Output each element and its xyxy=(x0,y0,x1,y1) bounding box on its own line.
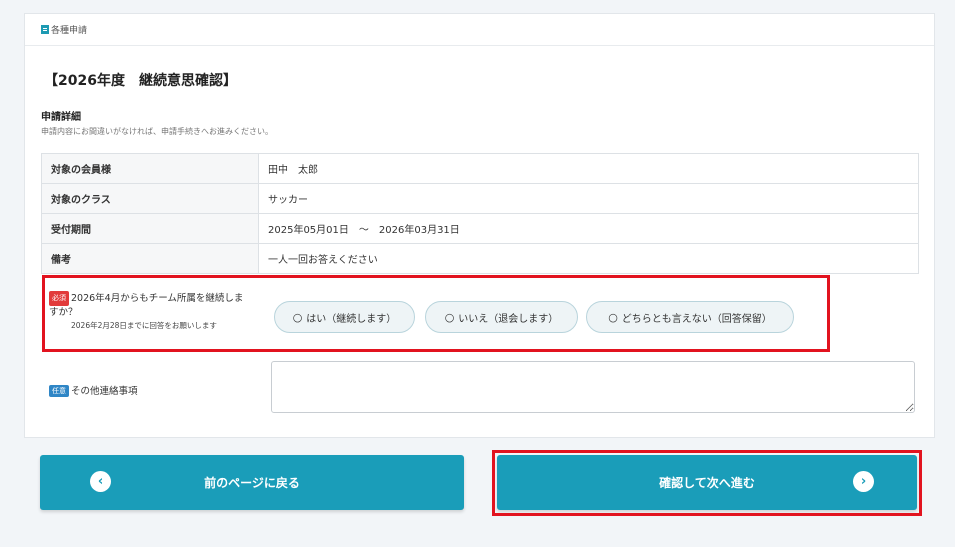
detail-label: 受付期間 xyxy=(41,213,259,244)
detail-value: サッカー xyxy=(258,183,919,214)
chevron-left-circle-icon: ‹ xyxy=(90,471,111,492)
document-icon xyxy=(41,25,49,34)
detail-label: 備考 xyxy=(41,243,259,274)
question-highlight-frame xyxy=(42,275,830,352)
detail-label: 対象のクラス xyxy=(41,183,259,214)
other-notes-text: その他連絡事項 xyxy=(71,386,138,397)
application-panel: 各種申請 【2026年度 継続意思確認】 申請詳細 申請内容にお間違いがなければ… xyxy=(24,13,935,438)
optional-badge: 任意 xyxy=(49,385,69,397)
detail-label: 対象の会員様 xyxy=(41,153,259,184)
table-row: 受付期間 2025年05月01日 ～ 2026年03月31日 xyxy=(41,213,919,244)
panel-header: 各種申請 xyxy=(25,14,934,46)
back-button[interactable]: ‹ 前のページに戻る xyxy=(40,455,464,510)
next-highlight-frame xyxy=(492,450,922,516)
section-title: 申請詳細 xyxy=(41,112,81,123)
table-row: 備考 一人一回お答えください xyxy=(41,243,919,274)
section-note: 申請内容にお間違いがなければ、申請手続きへお進みください。 xyxy=(41,127,273,136)
page-title: 【2026年度 継続意思確認】 xyxy=(44,73,237,89)
table-row: 対象の会員様 田中 太郎 xyxy=(41,153,919,184)
detail-value: 田中 太郎 xyxy=(258,153,919,184)
table-row: 対象のクラス サッカー xyxy=(41,183,919,214)
detail-value: 一人一回お答えください xyxy=(258,243,919,274)
panel-header-label: 各種申請 xyxy=(51,26,88,36)
other-notes-label: 任意 その他連絡事項 xyxy=(49,383,138,397)
detail-table: 対象の会員様 田中 太郎 対象のクラス サッカー 受付期間 2025年05月01… xyxy=(41,153,919,274)
detail-value: 2025年05月01日 ～ 2026年03月31日 xyxy=(258,213,919,244)
back-button-label: 前のページに戻る xyxy=(204,476,300,490)
other-notes-textarea[interactable] xyxy=(271,361,915,413)
